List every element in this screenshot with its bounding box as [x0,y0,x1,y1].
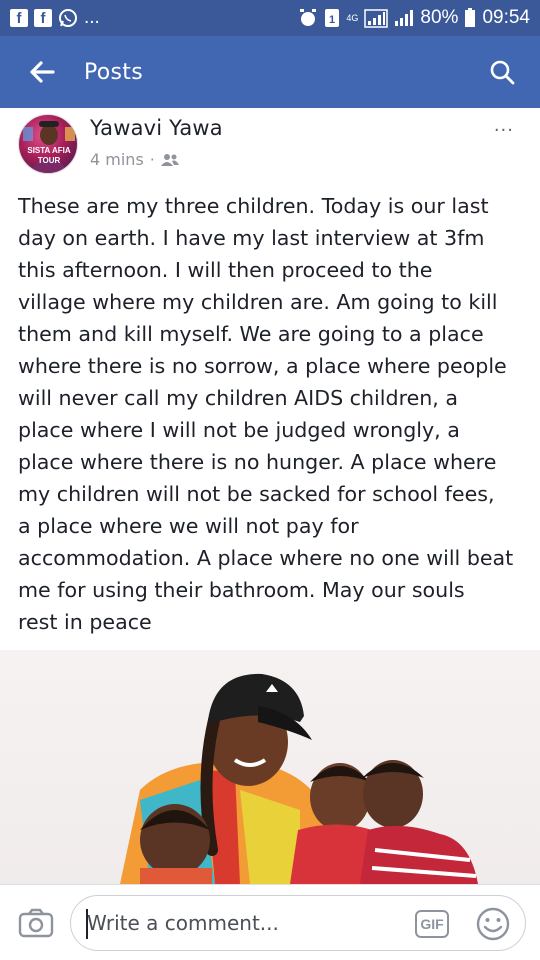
camera-icon [18,908,54,937]
arrow-left-icon [30,61,55,83]
post: SISTA AFIA TOUR Yawavi Yawa 4 mins · ···… [0,108,540,634]
post-text-line: this afternoon. I will then proceed to t… [18,258,433,282]
alarm-icon [298,8,318,28]
post-text-line: place where there is no hunger. A place … [18,450,497,474]
signal-icon [364,8,389,28]
post-header: SISTA AFIA TOUR Yawavi Yawa 4 mins · ··· [0,108,540,178]
network-type: 4G [346,13,359,23]
family-photo [120,673,478,884]
avatar-text-1: SISTA AFIA [27,146,71,155]
post-text-line: where there is no sorrow, a place where … [18,354,507,378]
avatar-text-2: TOUR [37,156,61,165]
text-caret [86,908,88,939]
avatar-image [23,121,75,173]
gif-button[interactable]: GIF [415,909,449,938]
svg-text:1: 1 [329,14,335,26]
page-title: Posts [84,59,143,85]
battery-icon [464,8,476,28]
app-header: Posts [0,36,540,108]
post-text-line: accommodation. A place where no one will… [18,546,514,570]
more-options-button[interactable]: ··· [494,120,514,141]
post-meta: 4 mins · [90,150,179,169]
avatar[interactable]: SISTA AFIA TOUR [18,114,78,174]
comment-input[interactable]: Write a comment... GIF [70,894,526,951]
signal-icon-2 [394,9,414,27]
post-text-line: my children will not be sacked for schoo… [18,482,495,506]
status-bar: f f ... 1 4G 80% 09:54 [0,0,540,36]
sim-one-icon: 1 [324,8,340,28]
post-text-line: a place where we will not pay for [18,514,359,538]
status-right: 1 4G 80% 09:54 [298,7,530,29]
post-text: These are my three children. Today is ou… [18,190,528,638]
post-text-line: will never call my children AIDS childre… [18,386,459,410]
post-text-line: day on earth. I have my last interview a… [18,226,485,250]
status-more: ... [84,7,100,28]
post-text-line: them and kill myself. We are going to a … [18,322,484,346]
facebook-notification-icon: f [10,9,28,27]
comment-bar: Write a comment... GIF [0,884,540,960]
battery-percent: 80% [420,7,459,28]
author-name[interactable]: Yawavi Yawa [90,116,223,140]
emoji-icon[interactable] [475,906,511,942]
post-text-line: rest in peace [18,610,152,634]
comment-placeholder: Write a comment... [87,910,279,935]
timestamp[interactable]: 4 mins [90,150,144,169]
meta-separator: · [149,150,155,169]
post-text-line: place where I will not be judged wrongly… [18,418,460,442]
post-text-line: These are my three children. Today is ou… [18,194,489,218]
whatsapp-icon [58,8,78,28]
status-left: f f ... [10,7,100,29]
status-time: 09:54 [482,7,530,28]
post-text-line: me for using their bathroom. May our sou… [18,578,465,602]
search-icon [490,60,515,85]
post-photo[interactable] [0,650,540,884]
camera-button[interactable] [14,901,58,945]
post-text-line: village where my children are. Am going … [18,290,498,314]
search-button[interactable] [482,52,522,92]
back-button[interactable] [22,52,62,92]
friends-icon [160,153,179,166]
facebook-notification-icon-2: f [34,9,52,27]
